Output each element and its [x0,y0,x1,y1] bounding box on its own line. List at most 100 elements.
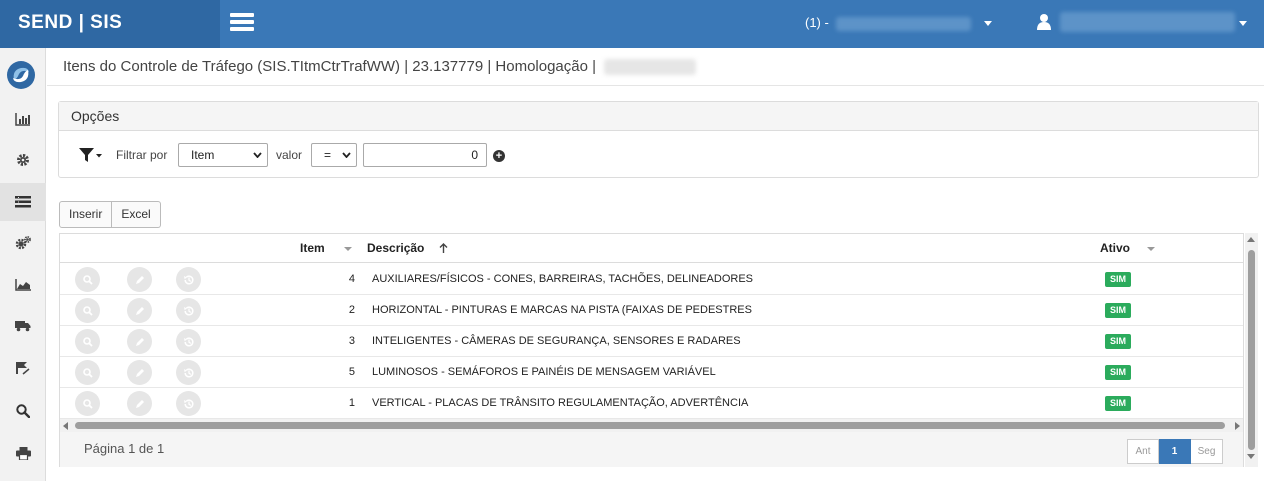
view-button[interactable] [75,298,100,323]
vertical-scrollbar[interactable] [1245,233,1258,467]
edit-button[interactable] [127,329,152,354]
edit-icon [135,368,144,377]
app-logo-icon [7,61,35,89]
edit-button[interactable] [127,298,152,323]
view-button[interactable] [75,329,100,354]
table-row[interactable]: 4 AUXILIARES/FÍSICOS - CONES, BARREIRAS, … [60,264,1243,295]
sidebar-item-reports[interactable] [0,100,46,138]
filter-field-select[interactable]: Item [178,143,268,167]
sidebar-item-indicators[interactable] [0,266,46,304]
sidebar-item-registers[interactable] [0,183,46,221]
edit-icon [135,275,144,284]
sort-ascending-icon[interactable] [439,243,448,254]
vertical-scroll-thumb[interactable] [1248,250,1255,450]
table-row[interactable]: 2 HORIZONTAL - PINTURAS E MARCAS NA PISTA… [60,295,1243,326]
history-icon [183,305,193,315]
history-button[interactable] [176,329,201,354]
user-icon[interactable] [1037,13,1051,31]
sidebar-item-configuration[interactable] [0,224,46,262]
filter-value-input[interactable]: 0 [363,143,487,167]
options-heading: Opções [59,102,1258,131]
road-flag-icon [16,362,30,375]
horizontal-scroll-thumb[interactable] [75,422,1225,429]
description-cell: VERTICAL - PLACAS DE TRÂNSITO REGULAMENT… [372,397,749,409]
history-button[interactable] [176,360,201,385]
history-icon [183,274,193,284]
sidebar-item-print[interactable] [0,434,46,472]
view-icon [82,398,93,409]
edit-icon [135,306,144,315]
grid-header: Item Descrição Ativo [60,234,1243,263]
status-badge: SIM [1105,365,1131,380]
context-selector[interactable]: (1) - [805,14,972,32]
history-button[interactable] [176,391,201,416]
user-name-redacted[interactable] [1060,12,1235,32]
print-icon [15,446,31,460]
scroll-left-arrow-icon[interactable] [63,422,68,430]
user-chevron-down-icon[interactable] [1239,21,1247,26]
context-chevron-down-icon[interactable] [984,21,992,26]
history-button[interactable] [176,267,201,292]
operator-select[interactable]: = [311,143,357,167]
view-icon [82,336,93,347]
value-label: valor [276,148,303,162]
edit-button[interactable] [127,360,152,385]
view-icon [82,305,93,316]
description-cell: AUXILIARES/FÍSICOS - CONES, BARREIRAS, T… [372,273,754,285]
column-header-active[interactable]: Ativo [1100,234,1130,263]
previous-page-button[interactable]: Ant [1127,439,1159,464]
sidebar-item-search[interactable] [0,392,46,430]
view-button[interactable] [75,360,100,385]
edit-button[interactable] [127,267,152,292]
sidebar-item-fleet[interactable] [0,307,46,345]
area-chart-icon [15,279,31,291]
item-sort-icon[interactable] [344,247,352,251]
table-row[interactable]: 1 VERTICAL - PLACAS DE TRÂNSITO REGULAMEN… [60,388,1243,419]
truck-icon [15,321,31,332]
scroll-up-arrow-icon[interactable] [1247,237,1255,242]
description-cell: LUMINOSOS - SEMÁFOROS E PAINÉIS DE MENSA… [372,366,716,378]
operator-value: = [324,148,332,162]
table-row[interactable]: 3 INTELIGENTES - CÂMERAS DE SEGURANÇA, SE… [60,326,1243,357]
column-header-item[interactable]: Item [300,234,325,263]
next-page-button[interactable]: Seg [1191,439,1223,464]
status-badge: SIM [1105,334,1131,349]
column-header-description[interactable]: Descrição [367,234,424,263]
menu-toggle-icon[interactable] [230,13,254,33]
toolbar: Inserir Excel [59,201,161,228]
scroll-down-arrow-icon[interactable] [1247,454,1255,459]
page-title-redacted [604,59,697,76]
current-page-button[interactable]: 1 [1159,439,1191,464]
description-cell: HORIZONTAL - PINTURAS E MARCAS NA PISTA … [372,304,752,316]
view-button[interactable] [75,391,100,416]
scroll-right-arrow-icon[interactable] [1235,422,1240,430]
insert-button[interactable]: Inserir [59,201,113,228]
bar-chart-icon [15,113,30,126]
list-icon [15,196,31,208]
gears-icon [15,236,31,250]
add-filter-icon[interactable]: + [493,150,505,162]
active-sort-icon[interactable] [1147,247,1155,251]
view-button[interactable] [75,267,100,292]
filter-by-label: Filtrar por [116,148,168,162]
grid-footer: Página 1 de 1 Ant 1 Seg [60,432,1243,467]
history-icon [183,367,193,377]
sidebar-item-traffic[interactable] [0,349,46,387]
horizontal-scrollbar[interactable] [60,419,1243,432]
context-value-redacted [836,16,972,31]
page-title: Itens do Controle de Tráfego (SIS.TItmCt… [63,58,697,76]
item-cell: 5 [348,366,355,378]
header-divider [47,85,1264,86]
edit-button[interactable] [127,391,152,416]
filter-icon[interactable] [79,147,103,163]
brand-logo[interactable]: SEND | SIS [0,0,220,48]
item-cell: 1 [348,397,355,409]
history-button[interactable] [176,298,201,323]
filter-field-value: Item [191,148,215,162]
sidebar-item-settings[interactable] [0,141,46,179]
table-row[interactable]: 5 LUMINOSOS - SEMÁFOROS E PAINÉIS DE MENS… [60,357,1243,388]
edit-icon [135,337,144,346]
page-title-text: Itens do Controle de Tráfego (SIS.TItmCt… [63,58,597,75]
excel-button[interactable]: Excel [112,201,161,228]
status-badge: SIM [1105,272,1131,287]
